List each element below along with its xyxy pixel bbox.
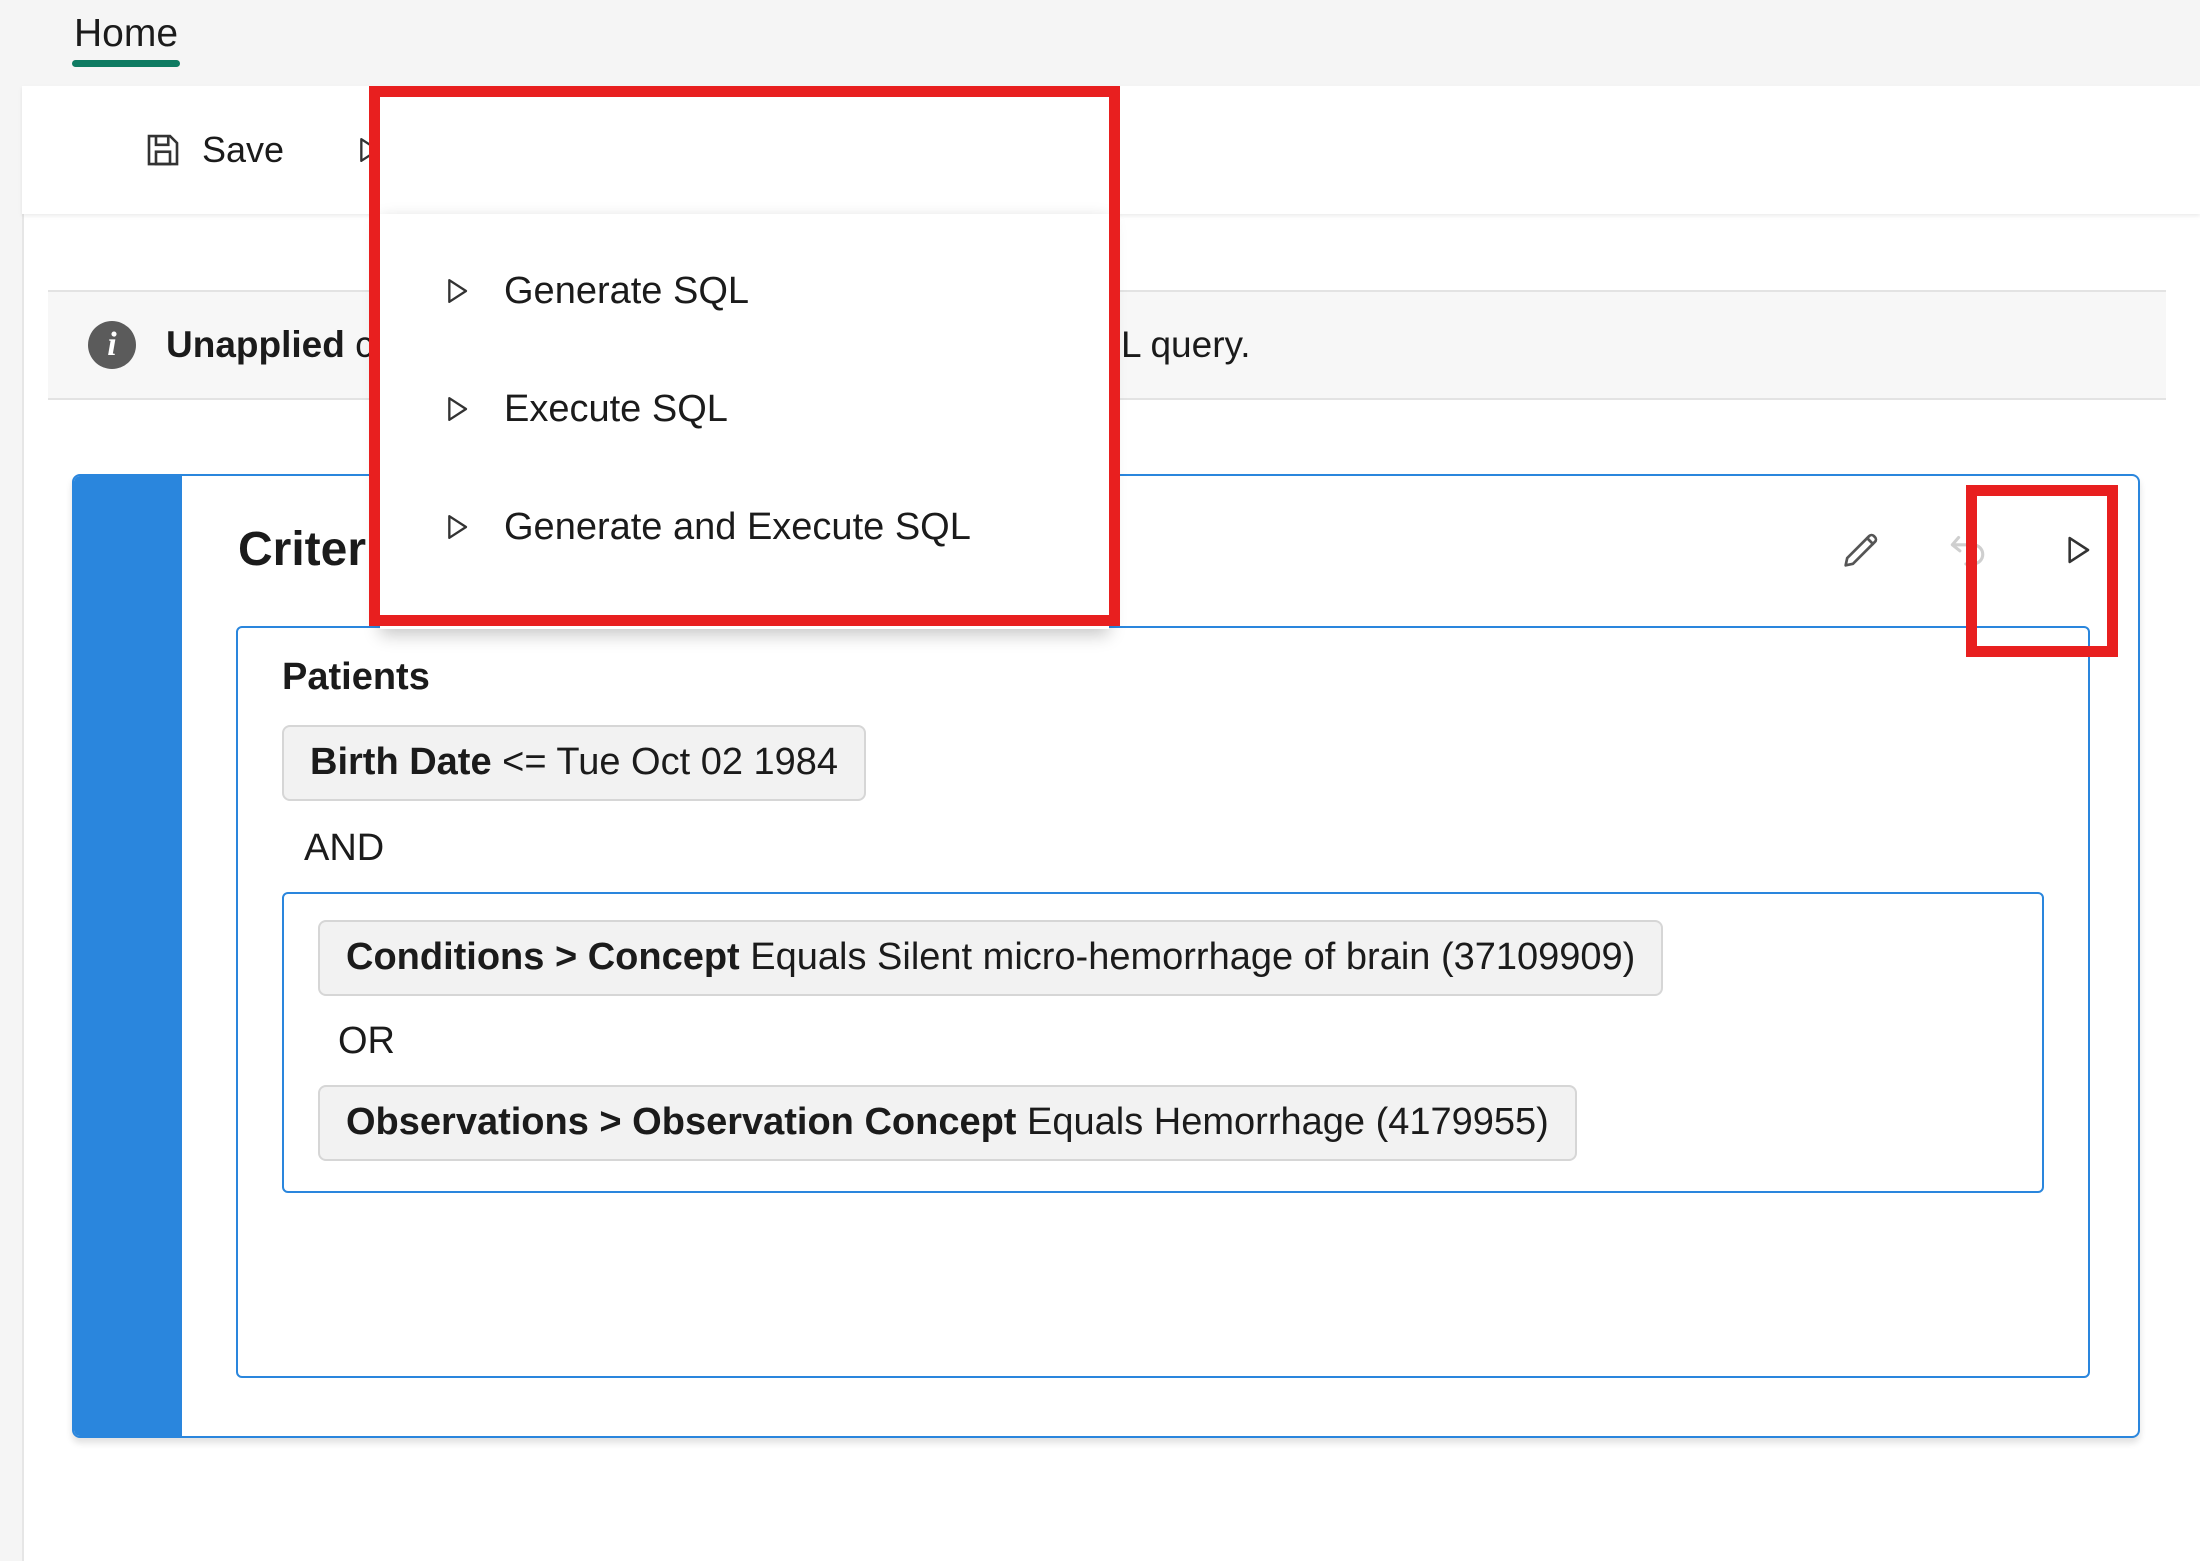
criteria-card-accent-bar bbox=[74, 476, 182, 1436]
menu-item-generate-and-execute-sql[interactable]: Generate and Execute SQL bbox=[380, 468, 1109, 586]
menu-item-generate-sql[interactable]: Generate SQL bbox=[380, 232, 1109, 350]
criterion-field: Observations > Observation Concept bbox=[346, 1100, 1017, 1143]
run-menu-anchor-cover bbox=[380, 97, 1109, 215]
edit-criteria-button[interactable] bbox=[1826, 515, 1896, 585]
criteria-group-patients: Patients Birth Date <= Tue Oct 02 1984 A… bbox=[236, 626, 2090, 1378]
undo-criteria-button[interactable] bbox=[1934, 515, 2004, 585]
criterion-field: Birth Date bbox=[310, 741, 492, 783]
criterion-operator: Equals bbox=[1027, 1100, 1144, 1143]
tab-home-label: Home bbox=[74, 12, 179, 55]
tab-home[interactable]: Home bbox=[64, 0, 188, 67]
menu-item-label: Generate SQL bbox=[504, 269, 750, 312]
criterion-value: Silent micro-hemorrhage of brain (371099… bbox=[877, 935, 1636, 978]
ribbon-toolbar: Save Run bbox=[22, 86, 2200, 214]
criterion-operator: <= bbox=[502, 741, 547, 783]
floppy-disk-icon bbox=[142, 129, 184, 171]
criteria-subgroup: Conditions > Concept Equals Silent micro… bbox=[282, 891, 2044, 1193]
run-criteria-button[interactable] bbox=[2042, 515, 2112, 585]
criteria-group-label: Patients bbox=[282, 656, 430, 698]
criterion-value: Tue Oct 02 1984 bbox=[556, 741, 839, 783]
unapplied-changes-strong: Unapplied bbox=[166, 324, 345, 365]
undo-arrow-icon bbox=[1944, 525, 1994, 575]
criterion-operator: Equals bbox=[750, 935, 867, 978]
save-button-label: Save bbox=[202, 129, 285, 170]
menu-item-label: Execute SQL bbox=[504, 387, 728, 430]
criterion-value: Hemorrhage (4179955) bbox=[1153, 1100, 1549, 1143]
criterion-conditions-concept[interactable]: Conditions > Concept Equals Silent micro… bbox=[318, 919, 1664, 996]
play-triangle-icon bbox=[436, 271, 476, 311]
criterion-birth-date[interactable]: Birth Date <= Tue Oct 02 1984 bbox=[282, 725, 867, 801]
criteria-card-actions bbox=[1826, 515, 2112, 585]
ribbon-tab-strip: Home bbox=[22, 0, 2200, 86]
play-triangle-icon bbox=[2055, 528, 2099, 572]
save-button[interactable]: Save bbox=[118, 113, 308, 187]
logical-operator-or: OR bbox=[338, 1019, 395, 1062]
app-page: Home Save Run bbox=[0, 0, 2200, 1561]
info-circle-icon: i bbox=[88, 321, 136, 369]
tab-active-underline bbox=[72, 60, 181, 67]
play-triangle-icon bbox=[436, 507, 476, 547]
play-triangle-icon bbox=[436, 389, 476, 429]
run-dropdown-menu: Generate SQL Execute SQL Generate and Ex… bbox=[380, 214, 1109, 629]
criterion-observations-concept[interactable]: Observations > Observation Concept Equal… bbox=[318, 1084, 1577, 1161]
menu-item-label: Generate and Execute SQL bbox=[504, 505, 971, 548]
pencil-icon bbox=[1838, 527, 1884, 573]
menu-item-execute-sql[interactable]: Execute SQL bbox=[380, 350, 1109, 468]
logical-operator-and: AND bbox=[304, 826, 385, 869]
criterion-field: Conditions > Concept bbox=[346, 935, 740, 978]
